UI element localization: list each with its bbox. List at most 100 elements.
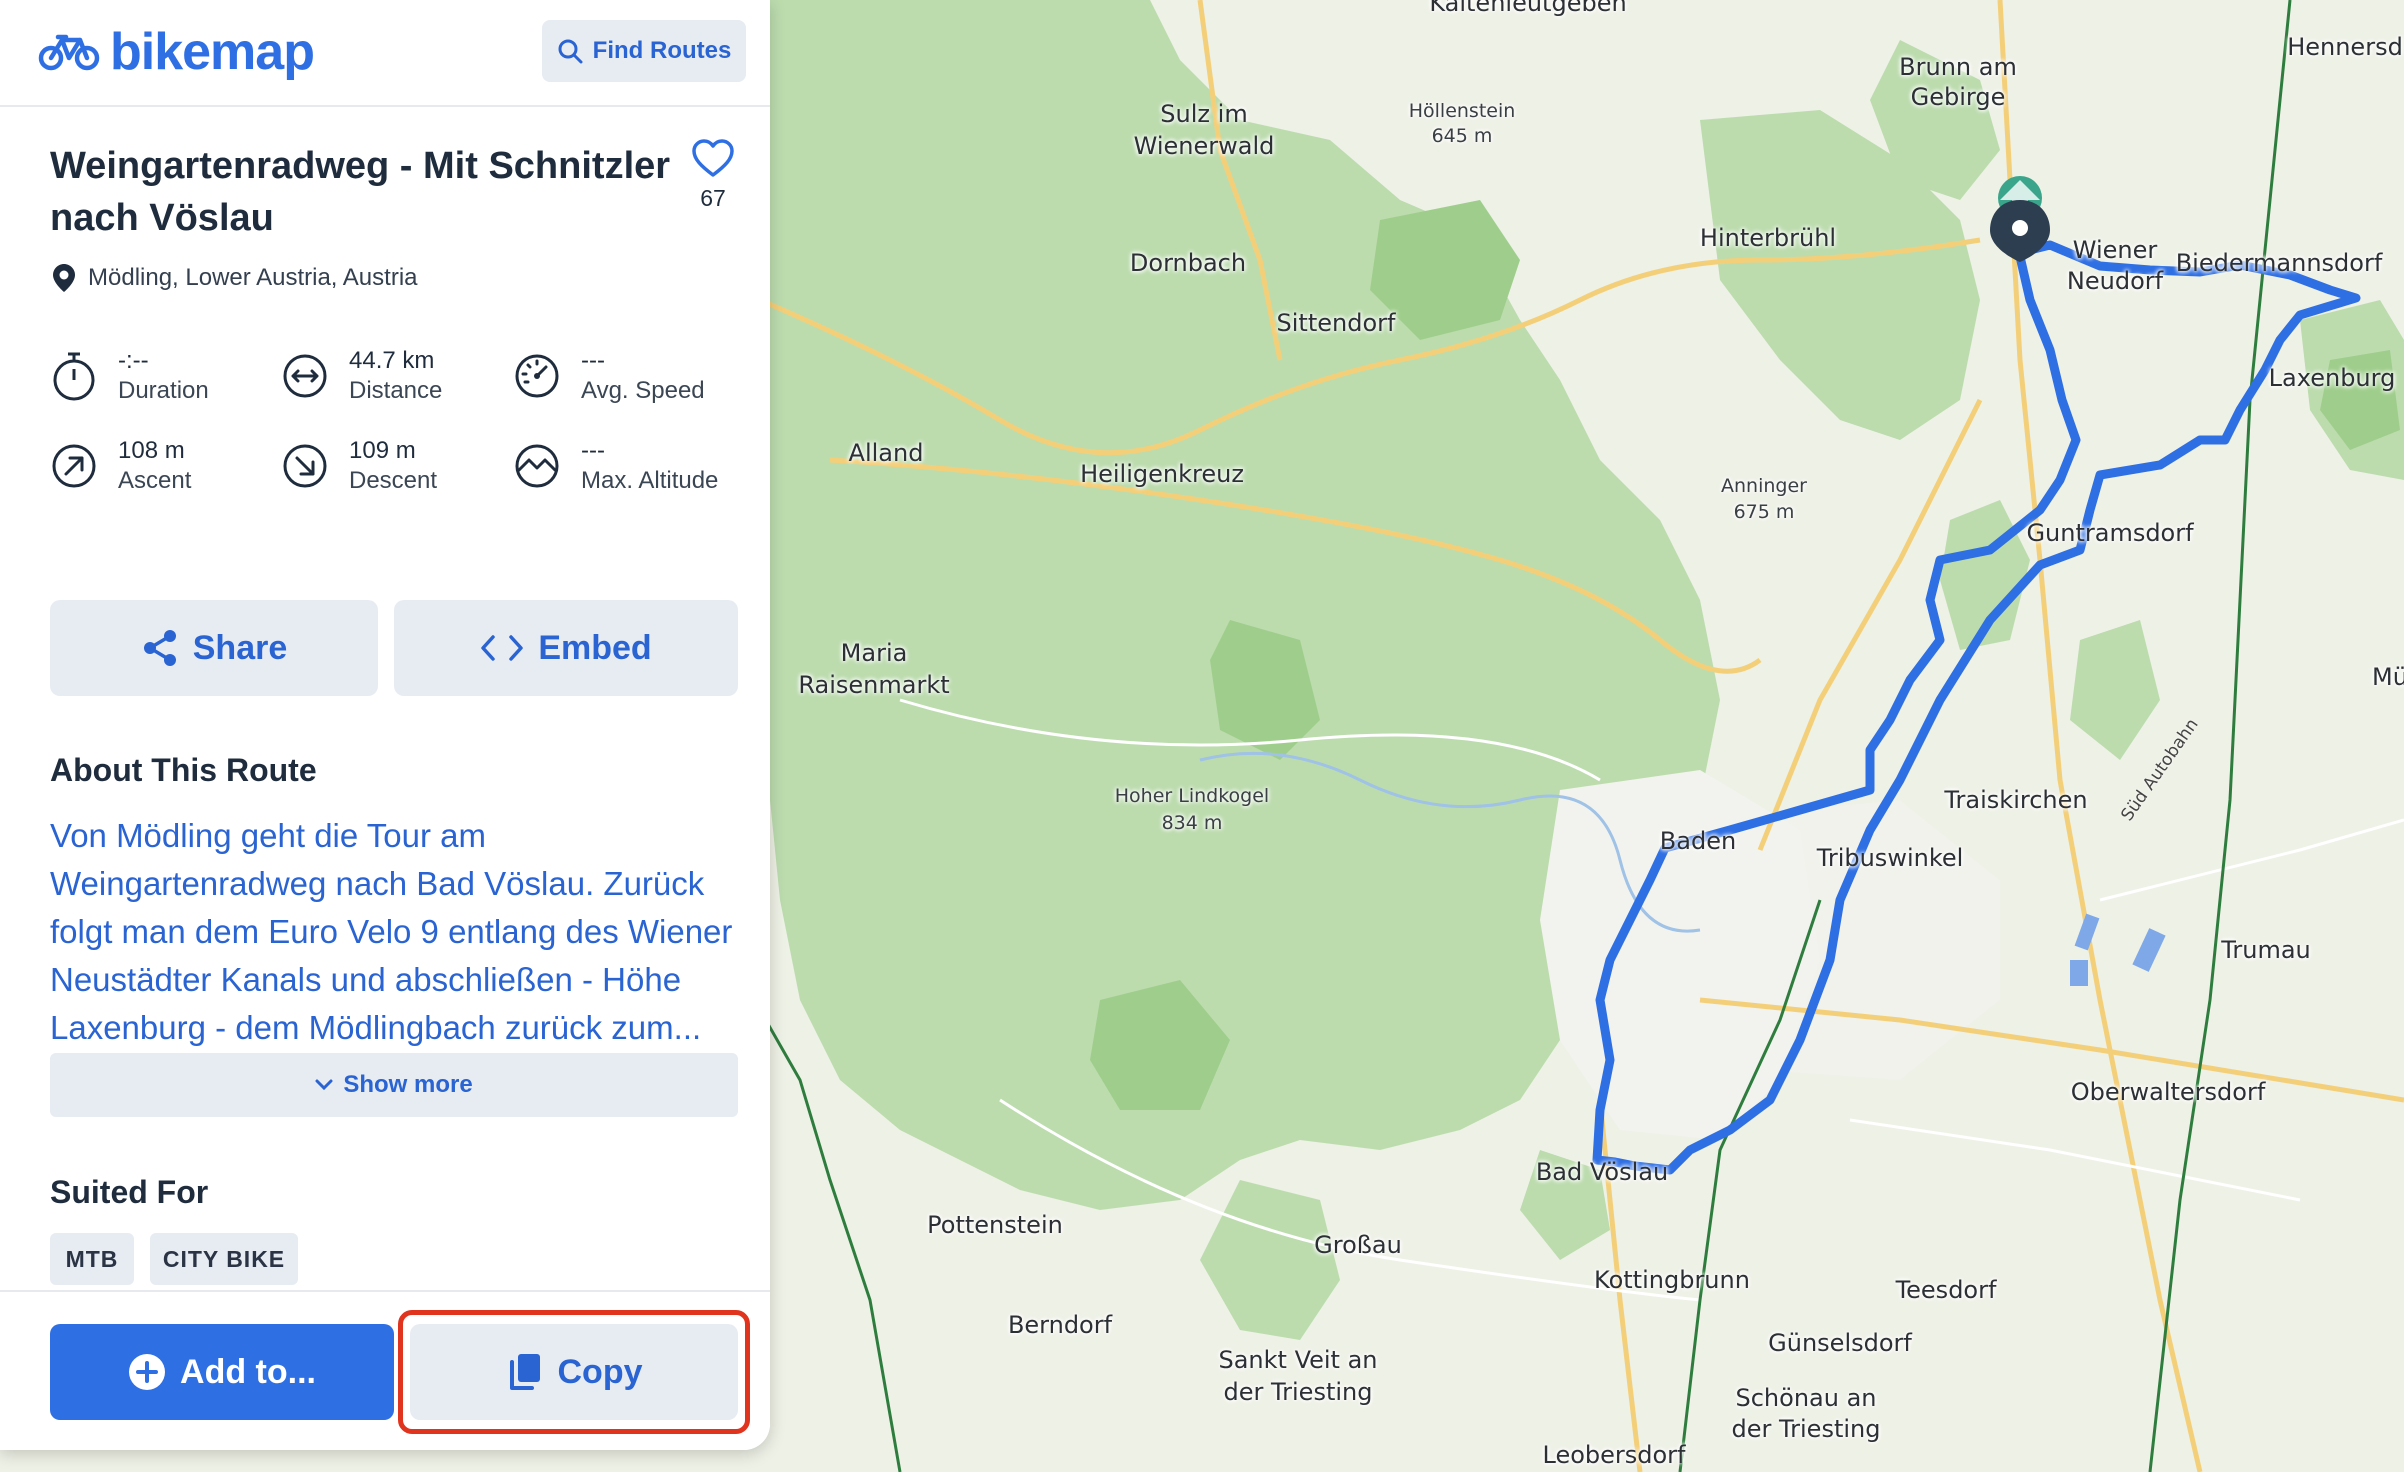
place-label: Raisenmarkt (798, 671, 950, 699)
find-routes-label: Find Routes (592, 37, 732, 64)
route-title: Weingartenradweg - Mit Schnitzler nach V… (50, 145, 671, 239)
place-label: Guntramsdorf (2026, 519, 2194, 547)
end-marker-icon[interactable] (1990, 200, 2050, 262)
route-location: Mödling, Lower Austria, Austria (52, 263, 418, 293)
route-stats: -:-- Duration 44.7 km Distance --- Avg. Spe… (50, 346, 750, 496)
tag-city-bike: CITY BIKE (150, 1233, 298, 1285)
place-label: Kottingbrunn (1594, 1266, 1750, 1294)
place-label: Maria (840, 639, 908, 667)
tag-mtb: MTB (50, 1233, 134, 1285)
stat-descent: 109 m Descent (281, 436, 513, 496)
chevron-down-icon (315, 1079, 333, 1091)
copy-button[interactable]: Copy (410, 1324, 738, 1420)
route-panel: bikemap Find Routes Weingartenradweg - M… (0, 0, 770, 1450)
distance-label: Distance (349, 377, 443, 404)
place-label: Hennersd (2287, 33, 2403, 61)
speedometer-icon (515, 354, 559, 398)
avg-speed-value: --- (581, 347, 605, 374)
stat-distance: 44.7 km Distance (281, 346, 513, 406)
suited-for-title: Suited For (50, 1174, 209, 1210)
place-label: Heiligenkreuz (1080, 460, 1244, 488)
descent-value: 109 m (349, 437, 416, 464)
place-label: Wienerwald (1133, 132, 1275, 160)
show-more-label: Show more (343, 1071, 473, 1098)
ascent-label: Ascent (118, 467, 192, 494)
logo-text: bikemap (110, 23, 315, 81)
plus-circle-icon (129, 1354, 166, 1390)
find-routes-button[interactable]: Find Routes (542, 20, 746, 82)
duration-label: Duration (118, 377, 209, 404)
location-text: Mödling, Lower Austria, Austria (88, 264, 418, 291)
share-label: Share (192, 628, 288, 667)
bikemap-logo[interactable]: bikemap (38, 22, 315, 82)
stat-avg-speed: --- Avg. Speed (513, 346, 750, 406)
stopwatch-icon (53, 352, 95, 401)
stat-max-altitude: --- Max. Altitude (513, 436, 750, 496)
place-label: Sittendorf (1276, 309, 1396, 337)
code-icon (481, 635, 524, 661)
distance-icon (283, 354, 327, 398)
place-label: Kaltenleutgeben (1429, 0, 1627, 17)
place-label: Alland (848, 439, 924, 467)
max-altitude-label: Max. Altitude (581, 467, 719, 494)
max-altitude-value: --- (581, 437, 605, 464)
place-label: Laxenburg (2268, 364, 2396, 392)
route-description: Von Mödling geht die Tour am Weingartenr… (50, 817, 733, 1046)
bike-icon (38, 34, 100, 71)
panel-footer: Add to... Copy (0, 1290, 770, 1450)
favorite-button[interactable]: 67 (688, 138, 738, 212)
place-label: Bad Vöslau (1535, 1158, 1669, 1186)
stat-duration: -:-- Duration (50, 346, 281, 406)
altitude-icon (515, 444, 559, 488)
embed-button[interactable]: Embed (394, 600, 738, 696)
place-label: Oberwaltersdorf (2070, 1078, 2266, 1106)
duration-value: -:-- (118, 347, 149, 374)
peak-label: Anninger (1721, 475, 1807, 497)
peak-label: 645 m (1431, 125, 1493, 147)
avg-speed-label: Avg. Speed (581, 377, 705, 404)
add-to-button[interactable]: Add to... (50, 1324, 394, 1420)
place-label: Leobersdorf (1542, 1441, 1686, 1469)
peak-label: Hoher Lindkogel (1114, 785, 1270, 807)
place-label: Pottenstein (927, 1211, 1063, 1239)
place-label: Brunn am (1899, 53, 2017, 81)
ascent-arrow-icon (52, 444, 96, 488)
place-label: Gebirge (1910, 83, 2006, 111)
panel-header: bikemap Find Routes (0, 0, 770, 107)
place-label: Dornbach (1129, 249, 1247, 277)
place-label: der Triesting (1731, 1415, 1881, 1443)
peak-label: 675 m (1733, 501, 1795, 523)
share-icon (143, 630, 176, 666)
peak-label: 834 m (1161, 812, 1223, 834)
place-label: Biedermannsdorf (2175, 249, 2383, 277)
place-label: Hinterbrühl (1699, 224, 1837, 252)
descent-label: Descent (349, 467, 438, 494)
place-label: Mü (2372, 663, 2404, 691)
share-button[interactable]: Share (50, 600, 378, 696)
place-label: Tribuswinkel (1816, 844, 1964, 872)
ascent-value: 108 m (118, 437, 185, 464)
distance-value: 44.7 km (349, 347, 435, 374)
copy-label: Copy (557, 1352, 643, 1391)
place-label: Günselsdorf (1768, 1329, 1912, 1357)
water-bodies (2070, 913, 2166, 986)
copy-icon (509, 1354, 540, 1390)
forest-areas (770, 0, 2404, 1340)
peak-label: Höllenstein (1408, 100, 1516, 122)
place-label: Trumau (2221, 936, 2311, 964)
location-pin-icon (53, 264, 75, 292)
place-label: Schönau an (1735, 1384, 1877, 1412)
place-label: Teesdorf (1895, 1276, 1997, 1304)
embed-label: Embed (538, 628, 652, 667)
place-label: Traiskirchen (1944, 786, 2088, 814)
place-label: Sulz im (1160, 100, 1248, 128)
search-icon (558, 39, 583, 64)
show-more-button[interactable]: Show more (50, 1053, 738, 1117)
place-label: Wiener (2072, 236, 2158, 264)
heart-icon (692, 139, 734, 177)
add-to-label: Add to... (180, 1352, 316, 1391)
place-label: Großau (1314, 1231, 1402, 1259)
about-title: About This Route (50, 752, 317, 788)
place-label: Baden (1659, 827, 1737, 855)
stat-ascent: 108 m Ascent (50, 436, 281, 496)
